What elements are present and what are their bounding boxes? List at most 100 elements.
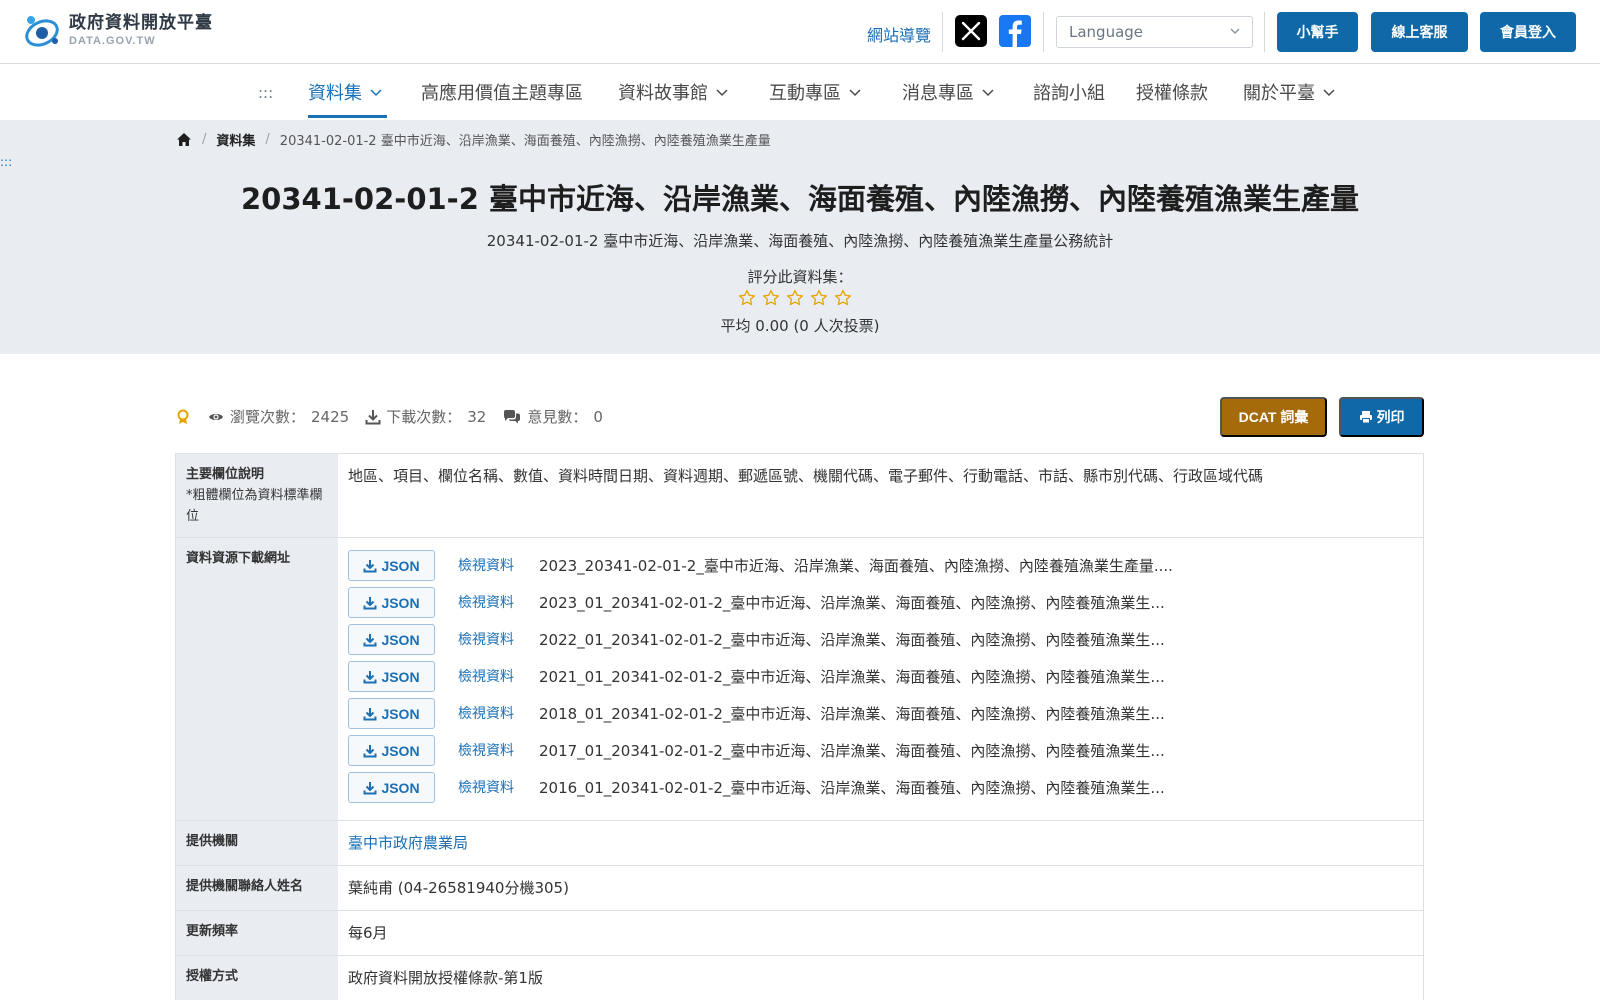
list-item: JSON 檢視資料 2018_01_20341-02-01-2_臺中市近海、沿岸…	[348, 695, 1413, 732]
sitemap-link[interactable]: 網站導覽	[867, 22, 931, 46]
rating-stars[interactable]	[738, 289, 852, 307]
json-download-button[interactable]: JSON	[348, 550, 435, 581]
nav-item-datasets[interactable]: 資料集	[308, 80, 382, 104]
view-data-link[interactable]: 檢視資料	[458, 777, 539, 799]
table-row: 提供機關 臺中市政府農業局	[176, 821, 1423, 866]
main-nav: ::: 資料集 高應用價值主題專區 資料故事館 互動專區 消息專區 諮詢小組 授…	[0, 64, 1600, 120]
table-row: 資料資源下載網址 JSON 檢視資料 2023_20341-02-01-2_臺中…	[176, 538, 1423, 821]
chevron-down-icon	[1230, 28, 1240, 34]
frequency-value: 每6月	[348, 924, 388, 942]
logo-subtitle: DATA.GOV.TW	[69, 35, 156, 47]
logo-icon	[25, 16, 59, 47]
table-row: 主要欄位說明 *粗體欄位為資料標準欄位 地區、項目、欄位名稱、數值、資料時間日期…	[176, 454, 1423, 538]
download-icon	[363, 707, 377, 720]
frequency-label: 更新頻率	[176, 911, 338, 955]
json-download-button[interactable]: JSON	[348, 624, 435, 655]
nav-item-label: 授權條款	[1136, 83, 1208, 104]
comments-icon	[504, 409, 521, 423]
view-data-link[interactable]: 檢視資料	[458, 666, 539, 688]
view-count: 瀏覽次數： 2425	[207, 406, 349, 427]
nav-item-high-value[interactable]: 高應用價值主題專區	[421, 80, 583, 104]
comment-count-label: 意見數：	[527, 408, 588, 426]
star-icon[interactable]	[738, 289, 756, 307]
fields-value: 地區、項目、欄位名稱、數值、資料時間日期、資料週期、郵遞區號、機關代碼、電子郵件…	[348, 467, 1264, 485]
helper-button[interactable]: 小幫手	[1277, 12, 1358, 52]
resource-name: 2018_01_20341-02-01-2_臺中市近海、沿岸漁業、海面養殖、內陸…	[539, 704, 1165, 723]
download-icon	[363, 559, 377, 572]
eye-icon	[209, 413, 223, 420]
dcat-vocabulary-button[interactable]: DCAT 詞彙	[1220, 397, 1327, 437]
json-download-button[interactable]: JSON	[348, 661, 435, 692]
provider-link[interactable]: 臺中市政府農業局	[348, 834, 468, 852]
resource-name: 2022_01_20341-02-01-2_臺中市近海、沿岸漁業、海面養殖、內陸…	[539, 630, 1165, 649]
view-data-link[interactable]: 檢視資料	[458, 592, 539, 614]
page-title: 20341-02-01-2 臺中市近海、沿岸漁業、海面養殖、內陸漁撈、內陸養殖漁…	[241, 182, 1359, 216]
fields-note: *粗體欄位為資料標準欄位	[186, 488, 323, 524]
json-download-button[interactable]: JSON	[348, 698, 435, 729]
nav-item-label: 互動專區	[769, 83, 841, 104]
nav-active-indicator	[308, 115, 387, 118]
view-count-label: 瀏覽次數：	[230, 408, 306, 426]
rating-average: 平均 0.00 (0 人次投票)	[720, 317, 880, 335]
chevron-down-icon	[982, 89, 994, 97]
star-icon[interactable]	[786, 289, 804, 307]
resource-name: 2023_20341-02-01-2_臺中市近海、沿岸漁業、海面養殖、內陸漁撈、…	[539, 556, 1173, 575]
license-label: 授權方式	[176, 956, 338, 1000]
site-logo[interactable]: 政府資料開放平臺 DATA.GOV.TW	[22, 11, 213, 51]
facebook-icon[interactable]	[999, 15, 1031, 47]
print-button-label: 列印	[1376, 409, 1405, 425]
nav-item-label: 資料集	[308, 83, 362, 104]
star-icon[interactable]	[834, 289, 852, 307]
dataset-hero: / 資料集 / 20341-02-01-2 臺中市近海、沿岸漁業、海面養殖、內陸…	[0, 120, 1600, 354]
nav-accesskey-anchor[interactable]: :::	[258, 84, 273, 102]
home-icon[interactable]	[176, 132, 192, 147]
view-data-link[interactable]: 檢視資料	[458, 740, 539, 762]
download-count: 下載次數： 32	[365, 406, 486, 427]
divider	[1264, 12, 1265, 52]
x-twitter-icon[interactable]	[955, 15, 987, 47]
view-data-link[interactable]: 檢視資料	[458, 703, 539, 725]
login-button[interactable]: 會員登入	[1480, 12, 1576, 52]
nav-item-license[interactable]: 授權條款	[1136, 80, 1208, 104]
json-download-button[interactable]: JSON	[348, 587, 435, 618]
chevron-down-icon	[716, 89, 728, 97]
badge-icon	[177, 409, 189, 424]
content-accesskey-anchor[interactable]: :::	[0, 155, 12, 169]
online-support-button[interactable]: 線上客服	[1371, 12, 1468, 52]
language-select[interactable]: Language	[1056, 16, 1253, 48]
nav-item-stories[interactable]: 資料故事館	[618, 80, 728, 104]
nav-item-interactive[interactable]: 互動專區	[769, 80, 861, 104]
view-data-link[interactable]: 檢視資料	[458, 629, 539, 651]
list-item: JSON 檢視資料 2016_01_20341-02-01-2_臺中市近海、沿岸…	[348, 769, 1413, 806]
nav-item-label: 消息專區	[902, 83, 974, 104]
json-download-button[interactable]: JSON	[348, 772, 435, 803]
divider	[1043, 12, 1044, 52]
star-icon[interactable]	[810, 289, 828, 307]
comment-count: 意見數： 0	[502, 406, 603, 427]
comment-count-value: 0	[593, 407, 603, 426]
dataset-description: 20341-02-01-2 臺中市近海、沿岸漁業、海面養殖、內陸漁撈、內陸養殖漁…	[486, 232, 1114, 250]
view-data-link[interactable]: 檢視資料	[458, 555, 539, 577]
chevron-down-icon	[1323, 89, 1335, 97]
breadcrumb-datasets[interactable]: 資料集	[216, 130, 255, 149]
download-icon	[363, 596, 377, 609]
nav-item-news[interactable]: 消息專區	[902, 80, 994, 104]
resource-name: 2021_01_20341-02-01-2_臺中市近海、沿岸漁業、海面養殖、內陸…	[539, 667, 1165, 686]
nav-item-advisory[interactable]: 諮詢小組	[1033, 80, 1105, 104]
nav-item-label: 資料故事館	[618, 83, 708, 104]
download-icon	[363, 670, 377, 683]
top-header: 政府資料開放平臺 DATA.GOV.TW 網站導覽 Language 小幫手 線…	[0, 0, 1600, 64]
resource-list: JSON 檢視資料 2023_20341-02-01-2_臺中市近海、沿岸漁業、…	[338, 538, 1423, 820]
nav-item-label: 高應用價值主題專區	[421, 83, 583, 104]
list-item: JSON 檢視資料 2023_20341-02-01-2_臺中市近海、沿岸漁業、…	[348, 547, 1413, 584]
print-button[interactable]: 列印	[1339, 397, 1424, 437]
table-row: 提供機關聯絡人姓名 葉純甫 (04-26581940分機305)	[176, 866, 1423, 911]
json-download-button[interactable]: JSON	[348, 735, 435, 766]
nav-item-about[interactable]: 關於平臺	[1243, 80, 1335, 104]
list-item: JSON 檢視資料 2021_01_20341-02-01-2_臺中市近海、沿岸…	[348, 658, 1413, 695]
contact-label: 提供機關聯絡人姓名	[176, 866, 338, 910]
table-row: 更新頻率 每6月	[176, 911, 1423, 956]
star-icon[interactable]	[762, 289, 780, 307]
rating-label: 評分此資料集：	[747, 268, 853, 286]
list-item: JSON 檢視資料 2022_01_20341-02-01-2_臺中市近海、沿岸…	[348, 621, 1413, 658]
